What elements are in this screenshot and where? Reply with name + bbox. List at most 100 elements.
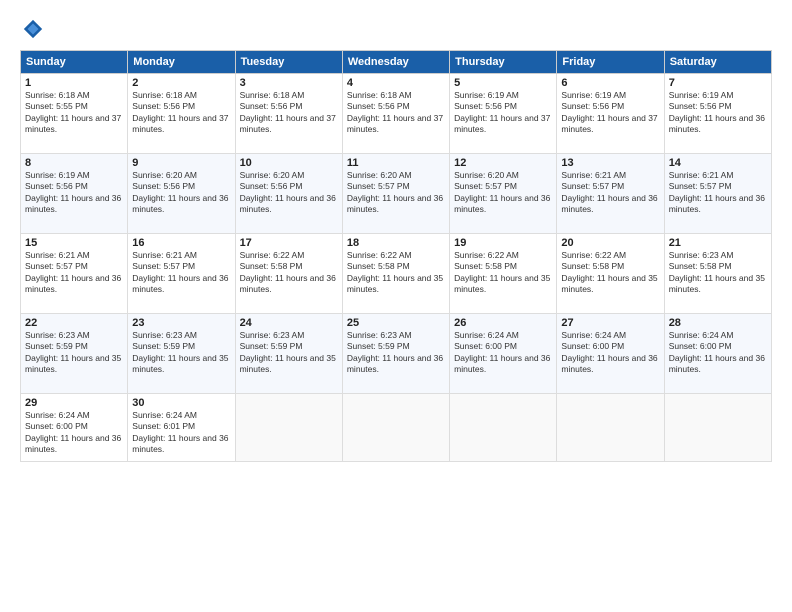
day-info: Sunrise: 6:20 AMSunset: 5:57 PMDaylight:… <box>454 170 552 216</box>
day-number: 27 <box>561 317 659 329</box>
page: SundayMondayTuesdayWednesdayThursdayFrid… <box>0 0 792 612</box>
day-info: Sunrise: 6:21 AMSunset: 5:57 PMDaylight:… <box>132 250 230 296</box>
day-info: Sunrise: 6:22 AMSunset: 5:58 PMDaylight:… <box>347 250 445 296</box>
calendar-week-row-4: 22Sunrise: 6:23 AMSunset: 5:59 PMDayligh… <box>21 314 772 394</box>
calendar-header-saturday: Saturday <box>664 51 771 74</box>
day-info: Sunrise: 6:24 AMSunset: 6:00 PMDaylight:… <box>561 330 659 376</box>
calendar-cell: 27Sunrise: 6:24 AMSunset: 6:00 PMDayligh… <box>557 314 664 394</box>
calendar-cell: 14Sunrise: 6:21 AMSunset: 5:57 PMDayligh… <box>664 154 771 234</box>
calendar-cell: 18Sunrise: 6:22 AMSunset: 5:58 PMDayligh… <box>342 234 449 314</box>
day-number: 14 <box>669 157 767 169</box>
day-info: Sunrise: 6:23 AMSunset: 5:59 PMDaylight:… <box>132 330 230 376</box>
calendar-cell: 8Sunrise: 6:19 AMSunset: 5:56 PMDaylight… <box>21 154 128 234</box>
header <box>20 18 772 40</box>
day-info: Sunrise: 6:24 AMSunset: 6:01 PMDaylight:… <box>132 410 230 456</box>
calendar-cell <box>664 394 771 462</box>
calendar-cell: 7Sunrise: 6:19 AMSunset: 5:56 PMDaylight… <box>664 74 771 154</box>
calendar-cell: 3Sunrise: 6:18 AMSunset: 5:56 PMDaylight… <box>235 74 342 154</box>
calendar-cell: 9Sunrise: 6:20 AMSunset: 5:56 PMDaylight… <box>128 154 235 234</box>
calendar-cell: 25Sunrise: 6:23 AMSunset: 5:59 PMDayligh… <box>342 314 449 394</box>
calendar-cell: 2Sunrise: 6:18 AMSunset: 5:56 PMDaylight… <box>128 74 235 154</box>
day-number: 4 <box>347 77 445 89</box>
calendar-cell: 5Sunrise: 6:19 AMSunset: 5:56 PMDaylight… <box>450 74 557 154</box>
day-number: 10 <box>240 157 338 169</box>
calendar-cell: 4Sunrise: 6:18 AMSunset: 5:56 PMDaylight… <box>342 74 449 154</box>
day-number: 25 <box>347 317 445 329</box>
day-info: Sunrise: 6:24 AMSunset: 6:00 PMDaylight:… <box>25 410 123 456</box>
calendar-header-tuesday: Tuesday <box>235 51 342 74</box>
day-info: Sunrise: 6:19 AMSunset: 5:56 PMDaylight:… <box>561 90 659 136</box>
calendar-week-row-3: 15Sunrise: 6:21 AMSunset: 5:57 PMDayligh… <box>21 234 772 314</box>
day-info: Sunrise: 6:22 AMSunset: 5:58 PMDaylight:… <box>454 250 552 296</box>
calendar-header-monday: Monday <box>128 51 235 74</box>
calendar-cell: 21Sunrise: 6:23 AMSunset: 5:58 PMDayligh… <box>664 234 771 314</box>
day-info: Sunrise: 6:23 AMSunset: 5:59 PMDaylight:… <box>25 330 123 376</box>
day-info: Sunrise: 6:20 AMSunset: 5:56 PMDaylight:… <box>132 170 230 216</box>
calendar-cell: 13Sunrise: 6:21 AMSunset: 5:57 PMDayligh… <box>557 154 664 234</box>
calendar-cell: 23Sunrise: 6:23 AMSunset: 5:59 PMDayligh… <box>128 314 235 394</box>
logo <box>20 18 44 40</box>
day-number: 12 <box>454 157 552 169</box>
day-number: 3 <box>240 77 338 89</box>
day-info: Sunrise: 6:21 AMSunset: 5:57 PMDaylight:… <box>669 170 767 216</box>
logo-icon <box>22 18 44 40</box>
day-info: Sunrise: 6:21 AMSunset: 5:57 PMDaylight:… <box>25 250 123 296</box>
day-info: Sunrise: 6:23 AMSunset: 5:59 PMDaylight:… <box>240 330 338 376</box>
day-info: Sunrise: 6:19 AMSunset: 5:56 PMDaylight:… <box>25 170 123 216</box>
day-info: Sunrise: 6:18 AMSunset: 5:56 PMDaylight:… <box>347 90 445 136</box>
day-info: Sunrise: 6:18 AMSunset: 5:56 PMDaylight:… <box>240 90 338 136</box>
day-number: 7 <box>669 77 767 89</box>
day-number: 19 <box>454 237 552 249</box>
day-number: 5 <box>454 77 552 89</box>
day-info: Sunrise: 6:19 AMSunset: 5:56 PMDaylight:… <box>669 90 767 136</box>
calendar-cell: 15Sunrise: 6:21 AMSunset: 5:57 PMDayligh… <box>21 234 128 314</box>
day-number: 8 <box>25 157 123 169</box>
day-info: Sunrise: 6:18 AMSunset: 5:56 PMDaylight:… <box>132 90 230 136</box>
day-number: 18 <box>347 237 445 249</box>
day-number: 29 <box>25 397 123 409</box>
day-number: 24 <box>240 317 338 329</box>
day-info: Sunrise: 6:24 AMSunset: 6:00 PMDaylight:… <box>669 330 767 376</box>
day-number: 30 <box>132 397 230 409</box>
calendar-cell: 20Sunrise: 6:22 AMSunset: 5:58 PMDayligh… <box>557 234 664 314</box>
calendar-cell: 12Sunrise: 6:20 AMSunset: 5:57 PMDayligh… <box>450 154 557 234</box>
day-info: Sunrise: 6:22 AMSunset: 5:58 PMDaylight:… <box>561 250 659 296</box>
day-number: 28 <box>669 317 767 329</box>
calendar-header-wednesday: Wednesday <box>342 51 449 74</box>
day-number: 13 <box>561 157 659 169</box>
day-number: 16 <box>132 237 230 249</box>
day-number: 6 <box>561 77 659 89</box>
calendar-cell <box>342 394 449 462</box>
day-info: Sunrise: 6:23 AMSunset: 5:59 PMDaylight:… <box>347 330 445 376</box>
day-number: 26 <box>454 317 552 329</box>
day-number: 11 <box>347 157 445 169</box>
day-number: 9 <box>132 157 230 169</box>
day-number: 15 <box>25 237 123 249</box>
day-info: Sunrise: 6:20 AMSunset: 5:56 PMDaylight:… <box>240 170 338 216</box>
day-info: Sunrise: 6:22 AMSunset: 5:58 PMDaylight:… <box>240 250 338 296</box>
day-number: 22 <box>25 317 123 329</box>
calendar-cell: 6Sunrise: 6:19 AMSunset: 5:56 PMDaylight… <box>557 74 664 154</box>
calendar-header-sunday: Sunday <box>21 51 128 74</box>
calendar-cell: 16Sunrise: 6:21 AMSunset: 5:57 PMDayligh… <box>128 234 235 314</box>
calendar-cell: 19Sunrise: 6:22 AMSunset: 5:58 PMDayligh… <box>450 234 557 314</box>
day-info: Sunrise: 6:18 AMSunset: 5:55 PMDaylight:… <box>25 90 123 136</box>
day-number: 21 <box>669 237 767 249</box>
day-info: Sunrise: 6:20 AMSunset: 5:57 PMDaylight:… <box>347 170 445 216</box>
day-info: Sunrise: 6:21 AMSunset: 5:57 PMDaylight:… <box>561 170 659 216</box>
calendar-cell: 11Sunrise: 6:20 AMSunset: 5:57 PMDayligh… <box>342 154 449 234</box>
calendar-cell <box>557 394 664 462</box>
calendar-header-friday: Friday <box>557 51 664 74</box>
calendar-cell: 29Sunrise: 6:24 AMSunset: 6:00 PMDayligh… <box>21 394 128 462</box>
calendar-week-row-2: 8Sunrise: 6:19 AMSunset: 5:56 PMDaylight… <box>21 154 772 234</box>
day-info: Sunrise: 6:23 AMSunset: 5:58 PMDaylight:… <box>669 250 767 296</box>
calendar-header-thursday: Thursday <box>450 51 557 74</box>
calendar-table: SundayMondayTuesdayWednesdayThursdayFrid… <box>20 50 772 462</box>
calendar-cell: 30Sunrise: 6:24 AMSunset: 6:01 PMDayligh… <box>128 394 235 462</box>
calendar-cell: 26Sunrise: 6:24 AMSunset: 6:00 PMDayligh… <box>450 314 557 394</box>
day-number: 17 <box>240 237 338 249</box>
calendar-cell <box>235 394 342 462</box>
calendar-cell: 22Sunrise: 6:23 AMSunset: 5:59 PMDayligh… <box>21 314 128 394</box>
calendar-cell <box>450 394 557 462</box>
calendar-cell: 1Sunrise: 6:18 AMSunset: 5:55 PMDaylight… <box>21 74 128 154</box>
